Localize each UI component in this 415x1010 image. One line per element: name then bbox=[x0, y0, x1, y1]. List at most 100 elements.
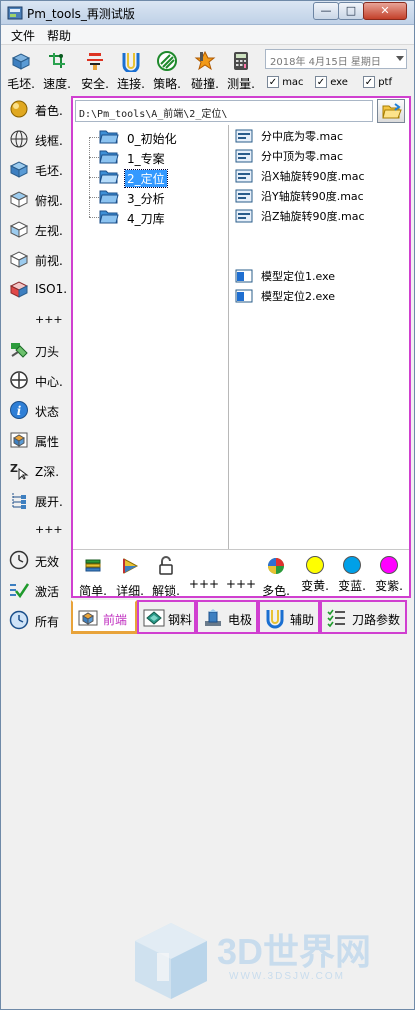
electrode-tab-icon bbox=[205, 609, 221, 626]
tab-frontend[interactable]: 前端 bbox=[71, 600, 137, 634]
toolbar-speed-button[interactable]: 速度. bbox=[39, 50, 75, 92]
minimize-button[interactable]: — bbox=[313, 2, 339, 20]
toolbar-safety-button[interactable]: 安全. bbox=[77, 50, 113, 92]
date-picker[interactable]: 2018年 4月15日 星期日 bbox=[265, 49, 407, 69]
tab-steel[interactable]: 钢料 bbox=[137, 600, 196, 634]
multicolor-sphere-icon bbox=[268, 558, 284, 574]
browse-folder-button[interactable] bbox=[377, 99, 405, 123]
folder-tree[interactable]: 0_初始化 1_专案 2_定位 3_分析 4_刀库 bbox=[75, 125, 229, 549]
file-list[interactable]: 分中底为零.mac 分中顶为零.mac 沿X轴旋转90度.mac 沿Y轴旋转90… bbox=[233, 125, 407, 549]
sidebar-item-all[interactable]: 所有 bbox=[7, 608, 69, 632]
tool-label: +++ bbox=[188, 577, 220, 591]
file-name: 分中底为零.mac bbox=[261, 130, 344, 143]
sidebar-more[interactable]: +++ bbox=[35, 523, 63, 536]
sidebar-item-z-depth[interactable]: Z Z深. bbox=[7, 458, 69, 482]
toolbar-blank-button[interactable]: 毛坯. bbox=[3, 50, 39, 92]
multicolor-button[interactable]: 多色. bbox=[259, 556, 293, 599]
macro-file-icon bbox=[235, 189, 253, 203]
checkbox-box[interactable]: ✓ bbox=[363, 76, 375, 88]
sidebar-label: Z深. bbox=[35, 465, 60, 479]
frontend-tab-icon bbox=[78, 610, 98, 626]
maximize-button[interactable]: □ bbox=[338, 2, 364, 20]
tree-connector bbox=[89, 137, 99, 138]
file-name: 分中顶为零.mac bbox=[261, 150, 344, 163]
detail-button[interactable]: 详细. bbox=[113, 556, 147, 599]
steel-tab-icon bbox=[143, 609, 165, 627]
file-name: 模型定位2.exe bbox=[261, 290, 336, 303]
path-input[interactable]: D:\Pm_tools\A_前端\2_定位\ bbox=[75, 100, 373, 122]
toolbar-label: 安全. bbox=[81, 77, 109, 91]
tab-toolpath-params[interactable]: 刀路参数 bbox=[320, 600, 407, 634]
tab-electrode[interactable]: 电极 bbox=[196, 600, 258, 634]
sidebar-item-top-view[interactable]: 俯视. bbox=[7, 187, 69, 211]
sidebar-label: 激活 bbox=[35, 585, 60, 599]
yellow-swatch-icon bbox=[306, 556, 324, 574]
tree-connector bbox=[89, 197, 99, 198]
sidebar-item-status[interactable]: i 状态 bbox=[7, 398, 69, 422]
collision-icon bbox=[194, 50, 216, 71]
sidebar-item-expand[interactable]: 展开. bbox=[7, 488, 69, 512]
sidebar-item-left-view[interactable]: 左视. bbox=[7, 217, 69, 241]
checkbox-mac[interactable]: ✓ mac bbox=[267, 76, 304, 90]
sidebar-item-iso1[interactable]: ISO1. bbox=[7, 277, 69, 301]
link-icon bbox=[122, 53, 140, 74]
sidebar-item-wireframe[interactable]: 线框. bbox=[7, 127, 69, 151]
tree-expand-icon bbox=[12, 493, 26, 509]
more-button[interactable]: +++ bbox=[187, 574, 221, 591]
detail-triangle-icon bbox=[123, 558, 139, 574]
toolbar-label: 速度. bbox=[43, 77, 71, 91]
sidebar-label: 刀头 bbox=[35, 345, 60, 359]
clock-all-icon bbox=[9, 610, 29, 630]
sidebar-item-properties[interactable]: 属性 bbox=[7, 428, 69, 452]
macro-file-icon bbox=[235, 129, 253, 143]
close-button[interactable]: ✕ bbox=[363, 2, 407, 20]
toolbar-label: 碰撞. bbox=[191, 77, 219, 91]
title-bar[interactable]: Pm_tools_再测试版 — □ ✕ bbox=[1, 1, 414, 25]
sidebar-item-center[interactable]: 中心. bbox=[7, 368, 69, 392]
date-value: 2018年 4月15日 星期日 bbox=[270, 57, 381, 68]
magenta-swatch-icon bbox=[380, 556, 398, 574]
unlock-button[interactable]: 解锁. bbox=[149, 556, 183, 599]
toolbar-label: 策略. bbox=[153, 77, 181, 91]
turn-yellow-button[interactable]: 变黄. bbox=[298, 556, 332, 594]
toolbar-collision-button[interactable]: 碰撞. bbox=[187, 50, 223, 92]
checkbox-box[interactable]: ✓ bbox=[315, 76, 327, 88]
file-name: 沿X轴旋转90度.mac bbox=[261, 170, 365, 183]
checkbox-box[interactable]: ✓ bbox=[267, 76, 279, 88]
menu-file[interactable]: 文件 bbox=[11, 27, 35, 44]
minimize-icon: — bbox=[320, 4, 332, 17]
turn-blue-button[interactable]: 变蓝. bbox=[335, 556, 369, 594]
tool-label: 解锁. bbox=[152, 584, 180, 598]
toolbar-measure-button[interactable]: 测量. bbox=[223, 50, 259, 92]
front-view-cube-icon bbox=[9, 251, 29, 268]
toolbar-label: 测量. bbox=[227, 77, 255, 91]
sidebar-item-invalid[interactable]: 无效 bbox=[7, 548, 69, 572]
info-icon: i bbox=[10, 401, 28, 419]
iso-cube-icon bbox=[9, 281, 29, 298]
auxiliary-magnet-icon bbox=[266, 610, 284, 629]
tool-label: 变黄. bbox=[301, 579, 329, 593]
checkbox-ptf[interactable]: ✓ ptf bbox=[363, 76, 392, 90]
menu-help[interactable]: 帮助 bbox=[47, 27, 71, 44]
simple-button[interactable]: 简单. bbox=[76, 556, 110, 599]
sidebar-item-shading[interactable]: 着色. bbox=[7, 97, 69, 121]
crosshair-icon bbox=[10, 371, 28, 389]
toolbar-link-button[interactable]: 连接. bbox=[113, 50, 149, 92]
sidebar-item-tool-head[interactable]: 刀头 bbox=[7, 338, 69, 362]
tree-item-label: 3_分析 bbox=[127, 192, 165, 206]
more-button[interactable]: +++ bbox=[224, 574, 258, 591]
top-view-cube-icon bbox=[9, 191, 29, 208]
checkbox-exe[interactable]: ✓ exe bbox=[315, 76, 348, 90]
sidebar-item-front-view[interactable]: 前视. bbox=[7, 247, 69, 271]
tree-item-label: 1_专案 bbox=[127, 152, 165, 166]
sidebar-label: ISO1. bbox=[35, 282, 68, 296]
sidebar-item-blank[interactable]: 毛坯. bbox=[7, 157, 69, 181]
sidebar-more[interactable]: +++ bbox=[35, 313, 63, 326]
folder-icon bbox=[99, 190, 119, 204]
shaded-sphere-icon bbox=[10, 100, 28, 118]
wireframe-sphere-icon bbox=[10, 130, 28, 148]
sidebar-item-activate[interactable]: 激活 bbox=[7, 578, 69, 602]
turn-purple-button[interactable]: 变紫. bbox=[372, 556, 406, 594]
toolbar-strategy-button[interactable]: 策略. bbox=[149, 50, 185, 92]
tab-auxiliary[interactable]: 辅助 bbox=[258, 600, 320, 634]
